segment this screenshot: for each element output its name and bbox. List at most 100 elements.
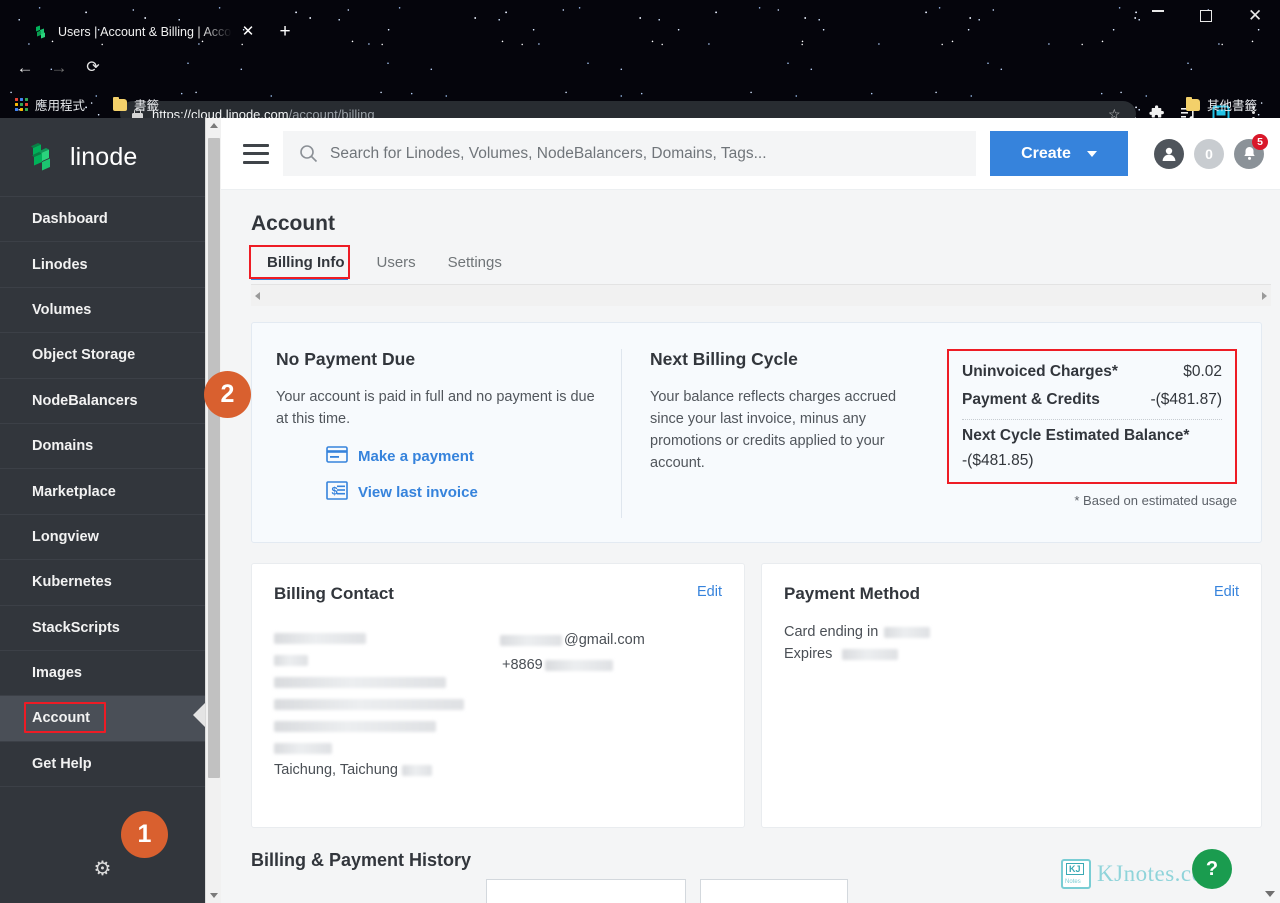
view-last-invoice-label: View last invoice	[358, 484, 478, 502]
search-placeholder: Search for Linodes, Volumes, NodeBalance…	[330, 144, 767, 162]
apps-grid-icon	[15, 98, 28, 111]
forward-button[interactable]: →	[47, 56, 71, 80]
billing-contact-title: Billing Contact	[274, 584, 394, 604]
sidebar-item-longview[interactable]: Longview	[0, 515, 205, 561]
make-a-payment-link[interactable]: Make a payment	[326, 446, 595, 467]
tab-label: Settings	[447, 254, 502, 271]
scroll-left-arrow-icon[interactable]	[255, 291, 260, 300]
kjnotes-logo-icon: KJ Notes	[1061, 859, 1092, 889]
tab-close-icon[interactable]: ✕	[240, 24, 256, 40]
sidebar-item-label: Dashboard	[32, 211, 108, 228]
svg-text:$: $	[332, 486, 338, 498]
sidebar-item-stackscripts[interactable]: StackScripts	[0, 606, 205, 651]
billing-contact-city-label: Taichung, Taichung	[274, 762, 398, 779]
billing-contact-edit-link[interactable]: Edit	[697, 584, 722, 600]
payment-credits-value: -($481.87)	[1150, 391, 1222, 408]
sidebar-item-account[interactable]: Account	[0, 696, 205, 742]
invoice-icon: $	[326, 481, 348, 504]
redacted-postal-code	[401, 764, 432, 776]
charges-section: Uninvoiced Charges* $0.02 Payment & Cred…	[941, 349, 1237, 518]
bookmark-apps[interactable]: 應用程式	[15, 95, 85, 114]
sidebar-item-marketplace[interactable]: Marketplace	[0, 469, 205, 515]
sidebar-item-label: Object Storage	[32, 347, 136, 364]
sidebar-item-get-help[interactable]: Get Help	[0, 742, 205, 788]
chevron-down-icon	[1086, 150, 1097, 157]
sidebar-item-volumes[interactable]: Volumes	[0, 288, 205, 334]
next-billing-cycle-section: Next Billing Cycle Your balance reflects…	[621, 349, 941, 519]
next-billing-cycle-heading: Next Billing Cycle	[650, 349, 798, 369]
linode-brand-label: linode	[70, 142, 138, 171]
tab-billing-info[interactable]: Billing Info	[251, 250, 360, 280]
user-avatar-icon[interactable]	[1154, 138, 1184, 169]
new-tab-button[interactable]: +	[275, 22, 295, 41]
payment-method-card: Payment Method Edit Card ending in Expir…	[761, 563, 1262, 829]
step-1-badge: 1	[121, 811, 168, 858]
redacted-email-user	[500, 634, 562, 646]
app-bar: Search for Linodes, Volumes, NodeBalance…	[221, 118, 1280, 190]
reload-button[interactable]: ⟳	[81, 56, 105, 80]
billing-contact-phone: +8869	[500, 657, 722, 673]
window-maximize-button[interactable]	[1200, 10, 1212, 22]
sidebar: linode Dashboard Linodes Volumes Object …	[0, 118, 205, 903]
date-range-filter[interactable]	[700, 879, 848, 903]
sidebar-item-nodebalancers[interactable]: NodeBalancers	[0, 379, 205, 424]
folder-icon	[113, 96, 127, 111]
redacted-name	[274, 633, 366, 645]
sidebar-item-label: Marketplace	[32, 483, 116, 500]
linode-logo[interactable]: linode	[0, 118, 205, 196]
charges-highlight-box: Uninvoiced Charges* $0.02 Payment & Cred…	[947, 349, 1237, 484]
sidebar-item-dashboard[interactable]: Dashboard	[0, 197, 205, 243]
sidebar-item-domains[interactable]: Domains	[0, 424, 205, 470]
make-a-payment-label: Make a payment	[358, 448, 474, 466]
help-question-mark: ?	[1205, 857, 1219, 880]
no-payment-due-heading: No Payment Due	[276, 349, 416, 369]
redacted-company	[274, 655, 308, 667]
bookmark-apps-label: 應用程式	[35, 99, 86, 113]
sidebar-item-linodes[interactable]: Linodes	[0, 242, 205, 288]
redacted-card-digits	[884, 626, 931, 638]
payment-links: Make a payment $ View last invoice	[276, 446, 595, 504]
billing-contact-email-suffix: @gmail.com	[564, 632, 645, 649]
back-button[interactable]: ←	[13, 56, 37, 80]
menu-toggle-icon[interactable]	[243, 143, 269, 164]
search-icon	[299, 144, 318, 163]
scrollbar-up-arrow[interactable]	[210, 123, 218, 128]
uninvoiced-charges-label: Uninvoiced Charges*	[962, 363, 1118, 380]
page-vertical-scrollbar[interactable]	[205, 118, 221, 903]
expires-label: Expires	[784, 646, 833, 663]
charge-row: Uninvoiced Charges* $0.02	[962, 358, 1222, 386]
notifications-bell-icon[interactable]: 5	[1234, 133, 1268, 169]
scroll-right-arrow-icon[interactable]	[1262, 291, 1267, 300]
transaction-type-filter[interactable]	[486, 879, 686, 903]
kjnotes-logo-kj: KJ	[1066, 863, 1084, 875]
help-chat-bubble-icon[interactable]: ?	[1192, 849, 1232, 889]
bookmark-folder[interactable]: 書籤	[113, 95, 159, 114]
scrollbar-down-arrow[interactable]	[210, 893, 218, 898]
page-viewport: linode Dashboard Linodes Volumes Object …	[0, 118, 1280, 903]
scrollbar-thumb[interactable]	[208, 138, 220, 778]
payment-method-edit-link[interactable]: Edit	[1214, 584, 1239, 600]
tabs-horizontal-scroll[interactable]	[251, 284, 1271, 306]
billing-contact-email: @gmail.com	[500, 632, 722, 648]
viewport-scroll-down-arrow[interactable]	[1265, 891, 1275, 897]
window-minimize-button[interactable]	[1152, 10, 1164, 12]
tab-users[interactable]: Users	[360, 250, 431, 280]
tab-strip: Users | Account & Billing | Acco ✕ + ✕	[0, 0, 1280, 46]
billing-summary-panel: No Payment Due Your account is paid in f…	[251, 322, 1262, 544]
tab-settings[interactable]: Settings	[432, 250, 518, 280]
other-bookmarks-label: 其他書籤	[1207, 99, 1258, 113]
settings-gear-icon[interactable]: ⚙	[0, 856, 205, 881]
other-bookmarks[interactable]: 其他書籤	[1186, 95, 1257, 114]
window-close-button[interactable]: ✕	[1248, 7, 1262, 24]
billing-contact-address: Taichung, Taichung	[274, 630, 500, 778]
account-count-badge[interactable]: 0	[1194, 138, 1224, 169]
tab-label: Billing Info	[267, 254, 345, 271]
sidebar-item-images[interactable]: Images	[0, 651, 205, 697]
view-last-invoice-link[interactable]: $ View last invoice	[326, 481, 595, 504]
browser-tab[interactable]: Users | Account & Billing | Acco ✕	[26, 17, 262, 46]
sidebar-item-kubernetes[interactable]: Kubernetes	[0, 560, 205, 606]
sidebar-item-object-storage[interactable]: Object Storage	[0, 333, 205, 379]
next-billing-cycle-body: Your balance reflects charges accrued si…	[650, 389, 897, 472]
create-button[interactable]: Create	[990, 131, 1128, 176]
search-field[interactable]: Search for Linodes, Volumes, NodeBalance…	[283, 131, 976, 176]
